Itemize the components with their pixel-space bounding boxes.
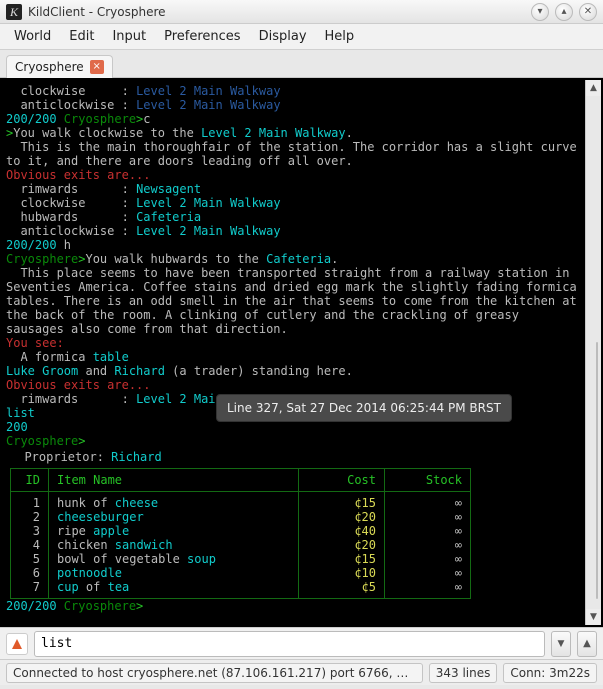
app-icon: K xyxy=(6,4,22,20)
minimize-button[interactable]: ▾ xyxy=(531,3,549,21)
inputbar: ▼ ▲ xyxy=(0,627,603,659)
scroll-down-icon[interactable]: ▼ xyxy=(586,609,601,625)
window-title: KildClient - Cryosphere xyxy=(28,5,525,19)
status-conn-time: Conn: 3m22s xyxy=(503,663,597,683)
table-row: 1hunk of cheese¢15∞ xyxy=(11,492,471,511)
tabbar: Cryosphere × xyxy=(0,50,603,78)
menubar: World Edit Input Preferences Display Hel… xyxy=(0,24,603,50)
close-icon[interactable]: × xyxy=(90,60,104,74)
command-input[interactable] xyxy=(34,631,545,657)
table-row: 4chicken sandwich¢20∞ xyxy=(11,538,471,552)
status-connection: Connected to host cryosphere.net (87.106… xyxy=(6,663,423,683)
table-row: 6potnoodle¢10∞ xyxy=(11,566,471,580)
menu-preferences[interactable]: Preferences xyxy=(156,26,248,47)
table-row: 3ripe apple¢40∞ xyxy=(11,524,471,538)
world-icon[interactable] xyxy=(6,633,28,655)
tab-cryosphere[interactable]: Cryosphere × xyxy=(6,55,113,78)
table-row: 2cheeseburger¢20∞ xyxy=(11,510,471,524)
shop-table: IDItem NameCostStock1hunk of cheese¢15∞2… xyxy=(10,468,471,599)
menu-world[interactable]: World xyxy=(6,26,59,47)
table-row: 5bowl of vegetable soup¢15∞ xyxy=(11,552,471,566)
history-dropdown[interactable]: ▼ xyxy=(551,631,571,657)
terminal[interactable]: clockwise : Level 2 Main Walkway anticlo… xyxy=(2,80,585,625)
scrollbar-thumb[interactable] xyxy=(596,342,598,599)
menu-edit[interactable]: Edit xyxy=(61,26,102,47)
close-button[interactable]: ✕ xyxy=(579,3,597,21)
send-button[interactable]: ▲ xyxy=(577,631,597,657)
titlebar: K KildClient - Cryosphere ▾ ▴ ✕ xyxy=(0,0,603,24)
terminal-container: clockwise : Level 2 Main Walkway anticlo… xyxy=(0,78,603,627)
tab-label: Cryosphere xyxy=(15,60,84,74)
menu-display[interactable]: Display xyxy=(251,26,315,47)
scrollbar[interactable]: ▲ ▼ xyxy=(585,80,601,625)
table-row: 7cup of tea¢5∞ xyxy=(11,580,471,599)
statusbar: Connected to host cryosphere.net (87.106… xyxy=(0,659,603,685)
scroll-up-icon[interactable]: ▲ xyxy=(586,80,601,96)
menu-input[interactable]: Input xyxy=(104,26,154,47)
menu-help[interactable]: Help xyxy=(317,26,363,47)
maximize-button[interactable]: ▴ xyxy=(555,3,573,21)
line-tooltip: Line 327, Sat 27 Dec 2014 06:25:44 PM BR… xyxy=(216,394,512,422)
status-lines: 343 lines xyxy=(429,663,498,683)
